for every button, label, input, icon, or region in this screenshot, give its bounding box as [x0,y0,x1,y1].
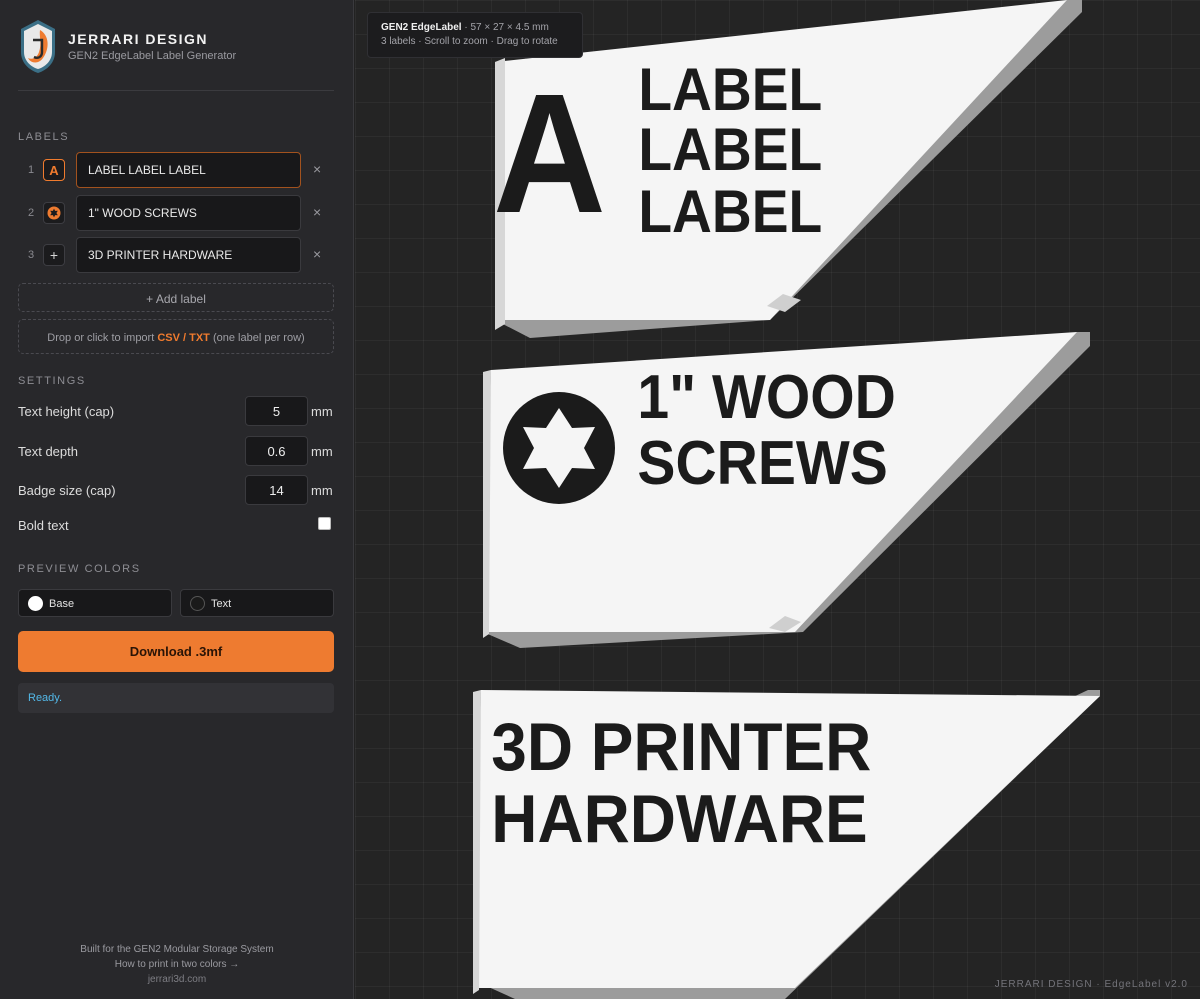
badge-size-unit: mm [311,483,333,498]
preview-viewport[interactable]: A LABEL LABEL LABEL 1" WOOD SCREWS 3D PR… [355,0,1200,999]
download-3mf-button[interactable]: Download .3mf [18,631,334,672]
import-suffix: (one label per row) [212,332,305,344]
base-color-label: Base [49,598,75,610]
tooltip-title-row: GEN2 EdgeLabel · 57 × 27 × 4.5 mm [381,21,582,35]
preview-line: 1" WOOD [637,362,895,432]
brand-title: JERRARI DESIGN [68,31,209,47]
badge-picker-2[interactable] [43,202,65,224]
plus-icon: + [49,247,59,263]
bold-text-label: Bold text [18,518,69,533]
text-color-button[interactable]: Text [180,589,334,617]
bold-text-checkbox[interactable] [318,517,331,530]
remove-label-3-button[interactable]: × [313,246,321,262]
text-height-input[interactable] [245,396,308,426]
text-depth-input[interactable] [245,436,308,466]
tooltip-dimensions: · 57 × 27 × 4.5 mm [464,22,549,33]
preview-line: SCREWS [637,428,887,498]
preview-badge-letter: A [493,58,606,248]
row-number: 2 [28,207,35,219]
bold-text-setting: Bold text [18,509,334,539]
badge-size-setting: Badge size (cap) mm [18,475,334,505]
text-color-label: Text [211,598,232,610]
label-plate-3: 3D PRINTER HARDWARE [473,690,1100,999]
jerrari-logo-icon [21,20,55,73]
text-height-label: Text height (cap) [18,404,115,419]
brand-header: JERRARI DESIGN GEN2 EdgeLabel Label Gene… [18,18,334,91]
label-row-3: 3 + × [18,237,334,273]
torx-screw-icon [47,206,61,220]
badge-picker-3[interactable]: + [43,244,65,266]
label-plate-2: 1" WOOD SCREWS [483,332,1090,648]
base-color-button[interactable]: Base [18,589,172,617]
text-color-swatch [190,596,205,611]
label-row-1: 1 A × [18,152,334,188]
preview-line: LABEL [638,117,822,184]
settings-heading: SETTINGS [18,375,86,387]
version-watermark: JERRARI DESIGN · EdgeLabel v2.0 [994,979,1188,990]
text-height-setting: Text height (cap) mm [18,396,334,426]
status-message: Ready. [18,683,334,713]
letter-a-icon: A [49,162,59,178]
text-depth-setting: Text depth mm [18,436,334,466]
label-preview-scene: A LABEL LABEL LABEL 1" WOOD SCREWS 3D PR… [473,0,1100,999]
labels-heading: LABELS [18,131,70,143]
import-formats: CSV / TXT [157,332,210,344]
brand-subtitle: GEN2 EdgeLabel Label Generator [68,50,237,62]
preview-torx-screw-icon [503,392,615,504]
text-height-unit: mm [311,404,333,419]
badge-size-label: Badge size (cap) [18,483,116,498]
preview-line: LABEL [638,57,822,124]
import-dropzone[interactable]: Drop or click to import CSV / TXT (one l… [18,319,334,354]
label-input-1[interactable] [76,152,301,188]
badge-size-input[interactable] [245,475,308,505]
add-label-button[interactable]: + Add label [18,283,334,312]
preview-line: LABEL [638,179,822,246]
footer-credit: Built for the GEN2 Modular Storage Syste… [80,944,274,955]
remove-label-2-button[interactable]: × [313,204,321,220]
preview-colors-heading: PREVIEW COLORS [18,563,141,575]
preview-info-tooltip: GEN2 EdgeLabel · 57 × 27 × 4.5 mm 3 labe… [367,12,583,58]
remove-label-1-button[interactable]: × [313,161,321,177]
preview-line: 3D PRINTER [491,708,871,784]
row-number: 3 [28,249,35,261]
sidebar: JERRARI DESIGN GEN2 EdgeLabel Label Gene… [0,0,354,999]
website-link[interactable]: jerrari3d.com [0,974,354,985]
tooltip-title: GEN2 EdgeLabel [381,22,462,33]
text-depth-unit: mm [311,444,333,459]
import-prefix: Drop or click to import [47,332,155,344]
preview-line: HARDWARE [491,780,867,856]
text-depth-label: Text depth [18,444,78,459]
badge-picker-1[interactable]: A [43,159,65,181]
two-color-guide-link[interactable]: How to print in two colors → [0,959,354,970]
label-row-2: 2 × [18,195,334,231]
label-input-2[interactable] [76,195,301,231]
label-input-3[interactable] [76,237,301,273]
base-color-swatch [28,596,43,611]
row-number: 1 [28,164,35,176]
tooltip-hint: 3 labels · Scroll to zoom · Drag to rota… [381,36,558,47]
